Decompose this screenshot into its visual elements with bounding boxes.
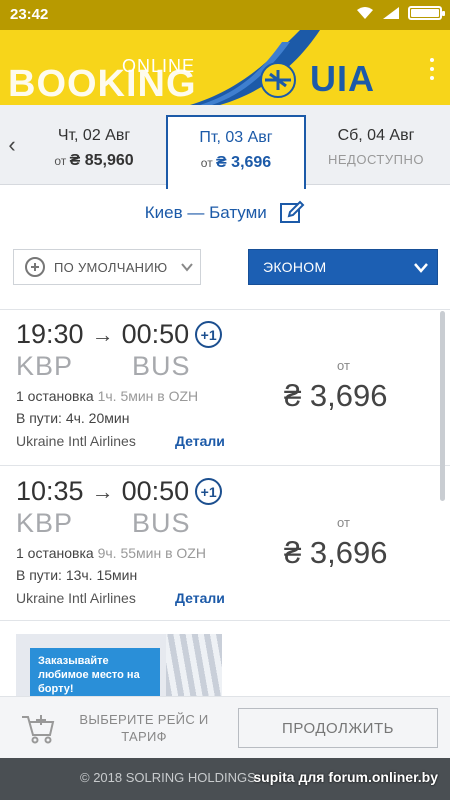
cart-icon [22,715,55,744]
travel-time: В пути: 13ч. 15мин [16,567,138,583]
divider [0,465,450,466]
stopover-detail: 1ч. 5мин в OZH [97,388,199,404]
continue-button[interactable]: ПРОДОЛЖИТЬ [238,708,438,748]
depart-time: 19:30 [16,319,84,349]
date-label: Сб, 04 Авг [337,127,415,144]
origin-code: KBP [16,508,74,538]
app-header: ONLINE BOOKING UIA [0,30,450,105]
class-label: ЭКОНОМ [263,259,327,275]
stops-count: 1 остановка [16,545,94,561]
destination-code: BUS [132,508,191,538]
origin-code: KBP [16,351,74,381]
chevron-left-icon[interactable]: ‹ [0,105,24,185]
date-price: от ₴ 85,960 [24,152,164,170]
arrive-time: 00:50 [121,476,190,506]
flight-price[interactable]: ₴ 3,696 [284,535,387,571]
copyright-text: © 2018 SOLRING HOLDINGS [80,770,256,785]
airline-name: Ukraine Intl Airlines [16,433,136,449]
divider [0,620,450,621]
depart-time: 10:35 [16,476,84,506]
stops-info: 1 остановка 1ч. 5мин в OZH [16,388,198,404]
footer: © 2018 SOLRING HOLDINGS supita для forum… [0,758,450,800]
date-label: Пт, 03 Авг [199,129,273,146]
class-select[interactable]: ЭКОНОМ [248,249,438,285]
flight-price[interactable]: ₴ 3,696 [284,378,387,414]
airport-codes: KBP BUS [16,508,190,539]
more-vert-icon[interactable] [430,58,436,80]
chevron-down-icon [181,263,193,272]
watermark-text: supita для forum.onliner.by [253,769,438,785]
details-link[interactable]: Детали [175,590,225,606]
price-value: ₴ 3,696 [216,154,272,171]
price-from-label: от [337,358,350,373]
battery-icon [408,6,445,20]
route-title: Киев — Батуми [144,203,267,222]
sort-select[interactable]: ПО УМОЛЧАНИЮ [13,249,201,285]
status-icons [356,6,445,20]
brand-logo-text: UIA [310,58,375,99]
route-row: Киев — Батуми [0,200,450,230]
from-label: от [200,156,213,170]
uia-logo-icon [260,62,296,98]
price-value: ₴ 85,960 [69,152,134,169]
airport-codes: KBP BUS [16,351,190,382]
price-from-label: от [337,515,350,530]
promo-text: Заказывайте любимое место на борту! [30,648,160,696]
flight-times: 10:35 → 00:50 +1 [16,476,223,507]
day-offset-badge: +1 [195,321,223,348]
from-label: от [54,154,67,168]
signal-icon [383,7,399,19]
chevron-down-icon [414,263,428,273]
divider [0,309,450,310]
flight-card[interactable]: 19:30 → 00:50 +1 KBP BUS 1 остановка 1ч.… [0,311,450,466]
promo-image [166,634,222,696]
date-strip: ‹ Чт, 02 Авг от ₴ 85,960 Пт, 03 Авг от ₴… [0,105,450,189]
date-price: от ₴ 3,696 [168,154,304,172]
header-booking-label: BOOKING [8,63,197,105]
bottom-bar: ВЫБЕРИТЕ РЕЙС И ТАРИФ ПРОДОЛЖИТЬ [0,696,450,758]
flight-card[interactable]: 10:35 → 00:50 +1 KBP BUS 1 остановка 9ч.… [0,468,450,623]
flight-times: 19:30 → 00:50 +1 [16,319,223,350]
sort-icon [25,257,45,277]
promo-banner[interactable]: Заказывайте любимое место на борту! [16,634,222,696]
stopover-detail: 9ч. 55мин в OZH [97,545,206,561]
arrive-time: 00:50 [121,319,190,349]
date-option-selected[interactable]: Пт, 03 Авг от ₴ 3,696 [166,115,306,189]
scrollbar[interactable] [440,311,445,501]
stops-info: 1 остановка 9ч. 55мин в OZH [16,545,206,561]
app-root: 23:42 ONLINE BOOKING UIA ‹ Чт, 02 Авг от… [0,0,450,800]
details-link[interactable]: Детали [175,433,225,449]
airline-name: Ukraine Intl Airlines [16,590,136,606]
destination-code: BUS [132,351,191,381]
arrow-right-icon: → [91,478,114,504]
battery-level [411,9,439,17]
select-flight-hint: ВЫБЕРИТЕ РЕЙС И ТАРИФ [79,712,209,744]
date-option-next[interactable]: Сб, 04 Авг НЕДОСТУПНО [306,117,446,183]
date-label: Чт, 02 Авг [57,127,131,144]
date-option-prev[interactable]: Чт, 02 Авг от ₴ 85,960 [24,117,164,183]
status-time: 23:42 [10,6,49,23]
arrow-right-icon: → [91,321,114,347]
wifi-icon [357,7,373,19]
travel-time: В пути: 4ч. 20мин [16,410,130,426]
day-offset-badge: +1 [195,478,223,505]
status-bar: 23:42 [0,0,450,30]
unavailable-label: НЕДОСТУПНО [328,152,424,167]
stops-count: 1 остановка [16,388,94,404]
sort-label: ПО УМОЛЧАНИЮ [54,259,168,275]
edit-icon[interactable] [279,200,305,226]
